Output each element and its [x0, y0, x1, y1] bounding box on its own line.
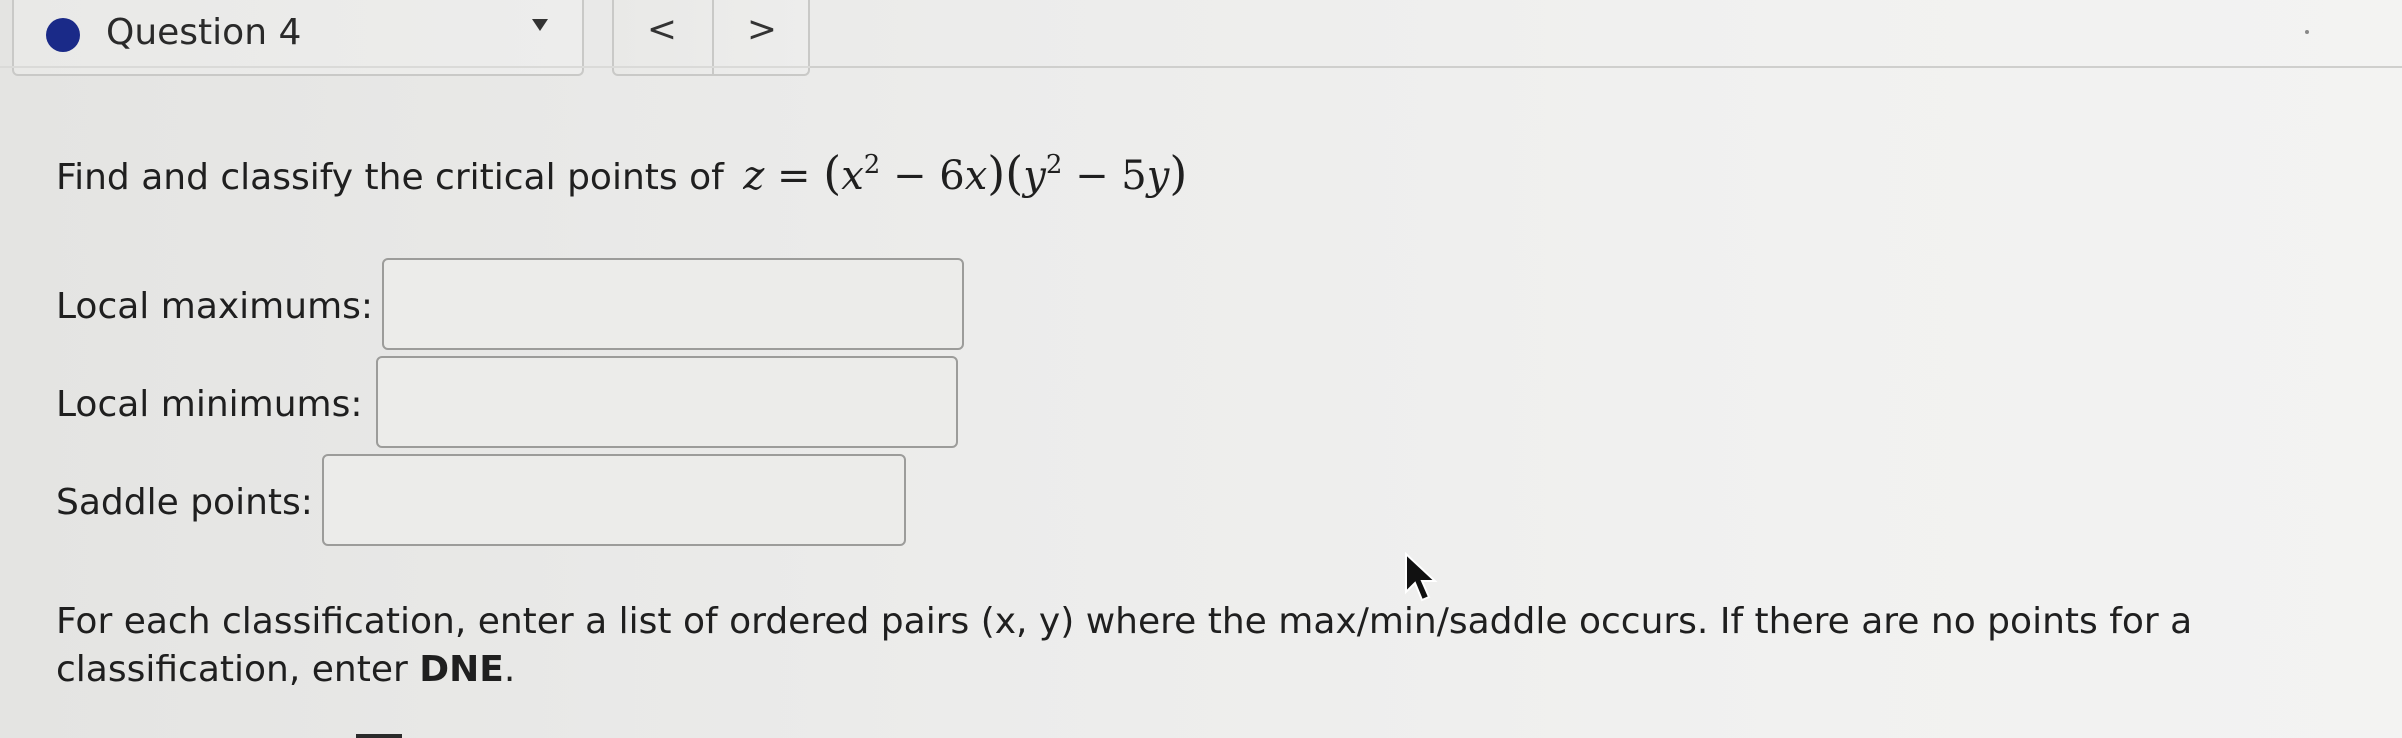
instructions-body: For each classification, enter a list of… — [56, 601, 2193, 690]
question-nav-bar: Question 4 < > — [0, 0, 2402, 80]
instructions-dne: DNE — [419, 649, 504, 690]
question-title: Question 4 — [106, 12, 302, 53]
previous-question-button[interactable]: < — [614, 4, 710, 64]
question-prompt-text: Find and classify the critical points of — [56, 157, 724, 198]
question-prompt: Find and classify the critical points of… — [56, 148, 1187, 203]
next-question-button[interactable]: > — [714, 4, 810, 64]
caret-down-icon[interactable] — [532, 19, 548, 31]
instructions-text: For each classification, enter a list of… — [56, 598, 2336, 694]
question-formula: z = (x2 − 6x)(y2 − 5y) — [743, 146, 1188, 200]
local-min-label: Local minimums: — [56, 384, 363, 425]
bottom-edge-mark — [356, 734, 402, 738]
local-max-input[interactable] — [382, 258, 964, 350]
saddle-input[interactable] — [322, 454, 906, 546]
instructions-end: . — [503, 649, 516, 690]
mouse-pointer-icon — [1405, 552, 1438, 602]
decorative-dot — [2305, 30, 2309, 34]
saddle-label: Saddle points: — [56, 482, 313, 523]
local-max-label: Local maximums: — [56, 286, 374, 327]
status-dot-icon — [46, 18, 80, 52]
local-min-input[interactable] — [376, 356, 958, 448]
header-divider-right — [810, 66, 2402, 68]
